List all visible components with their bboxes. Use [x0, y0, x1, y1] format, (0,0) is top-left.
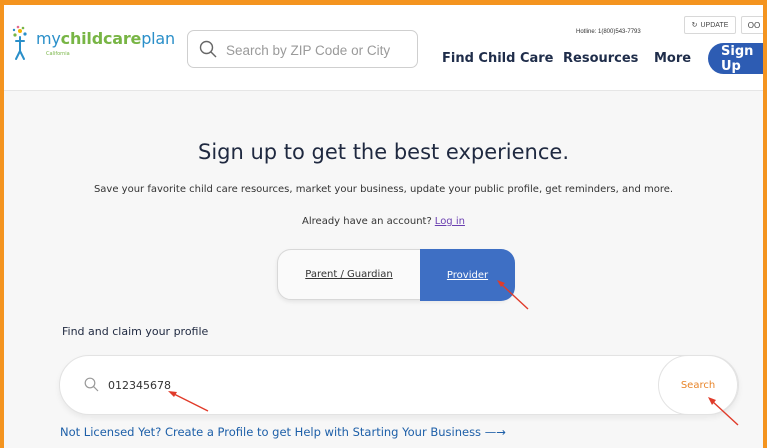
update-button-label: UPDATE: [700, 21, 729, 29]
extra-button[interactable]: OO: [741, 16, 763, 34]
page-subtitle: Save your favorite child care resources,…: [93, 184, 674, 195]
signup-button[interactable]: Sign Up: [708, 43, 763, 74]
update-button[interactable]: ↻ UPDATE: [684, 16, 736, 34]
logo-subtitle: California: [46, 51, 70, 57]
login-link[interactable]: Log in: [435, 216, 465, 227]
toggle-provider[interactable]: Provider: [420, 249, 515, 301]
role-toggle: Parent / Guardian Provider: [277, 249, 515, 301]
toggle-parent-guardian[interactable]: Parent / Guardian: [278, 250, 420, 299]
header-search[interactable]: [187, 30, 418, 68]
refresh-icon: ↻: [691, 22, 698, 29]
nav-find-child-care[interactable]: Find Child Care: [442, 51, 554, 66]
header-search-input[interactable]: [226, 39, 411, 61]
nav-more[interactable]: More: [654, 51, 691, 66]
claim-profile-input[interactable]: [108, 374, 408, 396]
claim-profile-search: Search: [59, 355, 739, 415]
account-prompt-text: Already have an account?: [302, 216, 432, 227]
hotline-text: Hotline: 1(800)543-7793: [576, 29, 641, 35]
account-prompt: Already have an account? Log in: [4, 216, 763, 227]
claim-profile-label: Find and claim your profile: [62, 325, 209, 338]
site-header: mychildcareplan California Hotline: 1(80…: [4, 5, 763, 91]
claim-search-button[interactable]: Search: [658, 355, 738, 415]
nav-resources[interactable]: Resources: [563, 51, 638, 66]
search-icon: [199, 40, 217, 58]
logo-wordmark: mychildcareplan: [36, 29, 175, 48]
page-title: Sign up to get the best experience.: [197, 140, 570, 164]
search-icon: [84, 377, 99, 392]
page-frame: mychildcareplan California Hotline: 1(80…: [4, 5, 763, 448]
site-logo[interactable]: mychildcareplan California: [10, 23, 180, 63]
not-licensed-link[interactable]: Not Licensed Yet? Create a Profile to ge…: [60, 425, 506, 439]
